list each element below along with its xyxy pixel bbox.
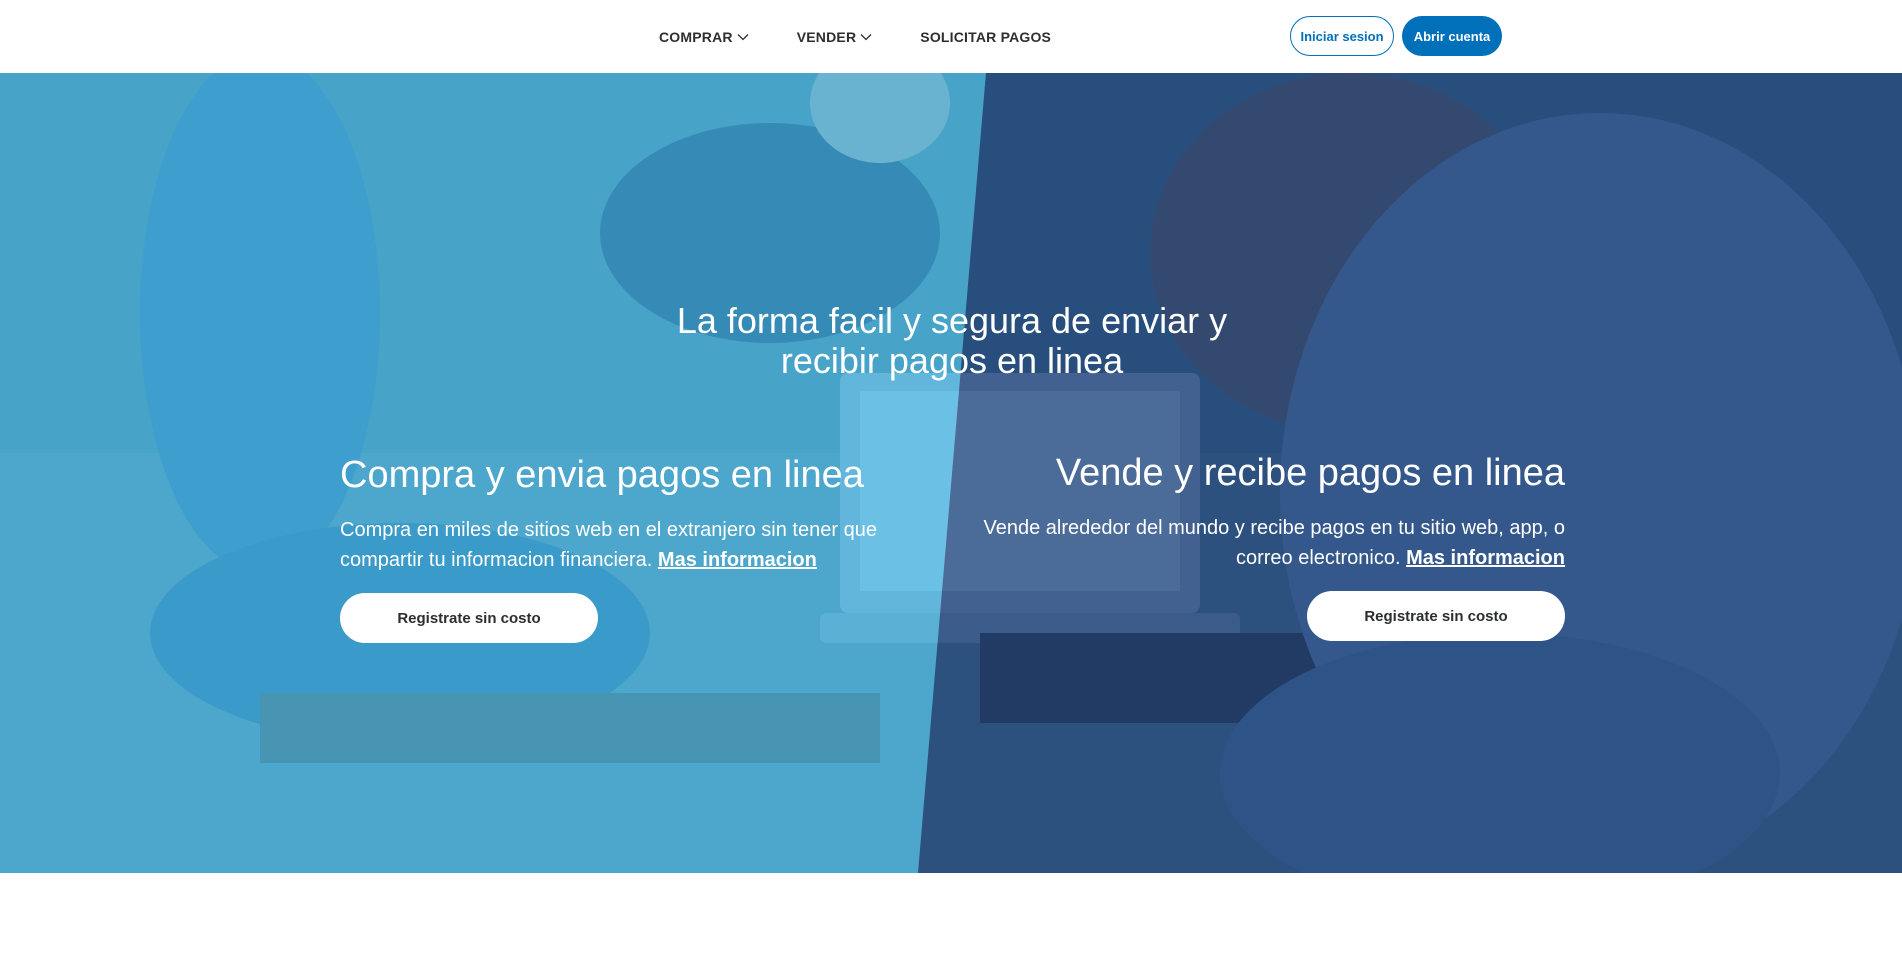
sell-title: Vende y recibe pagos en linea — [1055, 452, 1565, 494]
nav-item-label: VENDER — [796, 28, 857, 45]
buy-more-info-link[interactable]: Mas informacion — [658, 549, 817, 571]
chevron-down-icon — [860, 31, 872, 43]
hero-section: La forma facil y segura de enviar y reci… — [0, 73, 1902, 873]
buy-register-button[interactable]: Registrate sin costo — [340, 593, 598, 643]
nav-item-solicitar-pagos[interactable]: SOLICITAR PAGOS — [920, 29, 1051, 45]
hero-headline: La forma facil y segura de enviar y reci… — [676, 300, 1228, 381]
nav-item-label: SOLICITAR PAGOS — [920, 28, 1052, 45]
nav-item-label: COMPRAR — [659, 28, 733, 45]
nav-item-vender[interactable]: VENDER — [797, 29, 873, 45]
auth-buttons: Iniciar sesion Abrir cuenta — [1290, 16, 1502, 56]
login-button[interactable]: Iniciar sesion — [1290, 16, 1394, 56]
sell-register-button[interactable]: Registrate sin costo — [1307, 591, 1565, 641]
chevron-down-icon — [737, 31, 749, 43]
main-nav: COMPRAR VENDER SOLICITAR PAGOS — [659, 0, 1051, 73]
sell-description: Vende alrededor del mundo y recibe pagos… — [965, 513, 1565, 573]
sell-column: Vende y recibe pagos en linea Vende alre… — [965, 451, 1565, 641]
sell-more-info-link[interactable]: Mas informacion — [1406, 547, 1565, 569]
buy-title: Compra y envia pagos en linea — [340, 454, 864, 496]
nav-item-comprar[interactable]: COMPRAR — [659, 29, 749, 45]
top-navigation-bar: COMPRAR VENDER SOLICITAR PAGOS Iniciar s… — [0, 0, 1902, 73]
open-account-button[interactable]: Abrir cuenta — [1402, 16, 1502, 56]
buy-description: Compra en miles de sitios web en el extr… — [340, 515, 900, 575]
buy-column: Compra y envia pagos en linea Compra en … — [340, 453, 900, 643]
